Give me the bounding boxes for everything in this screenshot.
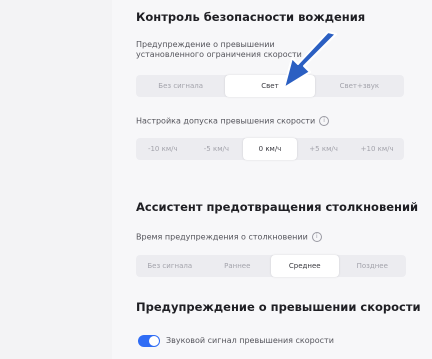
toggle-knob	[149, 336, 159, 346]
collision-warning-option-medium[interactable]: Среднее	[271, 255, 339, 277]
speed-limit-warning-option-none[interactable]: Без сигнала	[136, 75, 225, 97]
collision-warning-time-selector: Без сигнала Раннее Среднее Позднее	[136, 255, 406, 277]
speed-tolerance-option-minus-10[interactable]: -10 км/ч	[136, 138, 190, 160]
collision-warning-option-early[interactable]: Раннее	[204, 255, 272, 277]
section-title-driving-safety: Контроль безопасности вождения	[136, 10, 366, 24]
speed-tolerance-label-text: Настройка допуска превышения скорости	[136, 116, 316, 126]
arrow-icon	[283, 31, 337, 89]
speed-sound-toggle[interactable]	[138, 335, 160, 347]
speed-tolerance-option-0[interactable]: 0 км/ч	[243, 138, 297, 160]
collision-warning-option-late[interactable]: Позднее	[339, 255, 407, 277]
section-title-speed-warning: Предупреждение о превышении скорости	[136, 300, 421, 314]
collision-warning-option-none[interactable]: Без сигнала	[136, 255, 204, 277]
collision-warning-time-label: Время предупреждения о столкновении i	[136, 232, 322, 243]
speed-tolerance-label: Настройка допуска превышения скорости i	[136, 116, 330, 127]
info-icon[interactable]: i	[319, 116, 330, 126]
info-icon[interactable]: i	[311, 232, 322, 242]
speed-tolerance-selector: -10 км/ч -5 км/ч 0 км/ч +5 км/ч +10 км/ч	[136, 138, 404, 160]
speed-sound-toggle-label: Звуковой сигнал превышения скорости	[166, 336, 334, 345]
speed-tolerance-option-minus-5[interactable]: -5 км/ч	[190, 138, 244, 160]
speed-tolerance-option-plus-10[interactable]: +10 км/ч	[350, 138, 404, 160]
collision-warning-time-label-text: Время предупреждения о столкновении	[136, 232, 308, 242]
speed-tolerance-option-plus-5[interactable]: +5 км/ч	[297, 138, 351, 160]
section-title-collision-assist: Ассистент предотвращения столкновений	[136, 200, 419, 214]
